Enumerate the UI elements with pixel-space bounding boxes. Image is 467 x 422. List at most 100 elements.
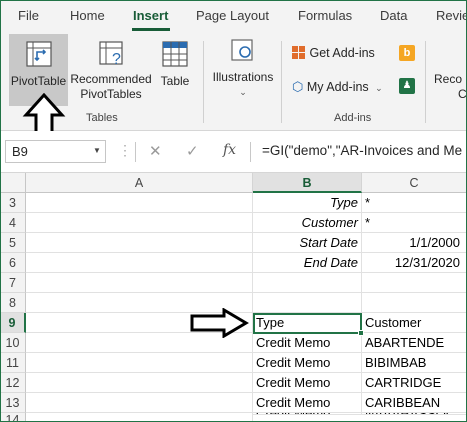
- table-label: Table: [160, 74, 190, 88]
- row-header-selected[interactable]: 9: [0, 313, 26, 333]
- param-label-start-date[interactable]: Start Date: [253, 233, 362, 253]
- row-header[interactable]: 14: [0, 413, 26, 422]
- cell-type[interactable]: Credit Memo: [253, 393, 362, 413]
- cell-customer[interactable]: BIBIMBAB: [362, 353, 467, 373]
- right-arrow-annotation-icon: [190, 308, 249, 338]
- tab-file[interactable]: File: [18, 8, 39, 23]
- cell-customer[interactable]: CARIBBEAN: [362, 393, 467, 413]
- cell-customer[interactable]: ABARTENDE: [362, 333, 467, 353]
- my-addins-icon: ⬡: [292, 79, 304, 94]
- active-cell-border: [253, 313, 362, 334]
- column-header-a[interactable]: A: [26, 173, 253, 193]
- ribbon: PivotTable ? Recommended PivotTables Tab…: [0, 33, 467, 131]
- row-header[interactable]: 4: [0, 213, 26, 233]
- cell-a[interactable]: [26, 233, 253, 253]
- param-label-type[interactable]: Type: [253, 193, 362, 213]
- tab-formulas[interactable]: Formulas: [298, 8, 352, 23]
- addins-group-label: Add-ins: [334, 112, 372, 124]
- illustrations-button[interactable]: Illustrations ⌄: [208, 34, 278, 106]
- tables-group-label: Tables: [86, 112, 118, 124]
- store-icon: [292, 46, 306, 59]
- svg-text:?: ?: [112, 51, 121, 68]
- ribbon-separator: [425, 41, 426, 123]
- cell-type[interactable]: Credit Memo: [253, 373, 362, 393]
- cancel-icon[interactable]: ✕: [149, 142, 162, 160]
- param-label-customer[interactable]: Customer: [253, 213, 362, 233]
- illustrations-label: Illustrations: [212, 70, 274, 84]
- people-graph-icon[interactable]: ♟: [399, 78, 415, 94]
- column-header-b[interactable]: B: [253, 173, 362, 193]
- more-options-icon: ⋮: [118, 142, 132, 158]
- my-addins-button[interactable]: ⬡ My Add-ins ⌄: [292, 79, 383, 95]
- chevron-down-icon: ⌄: [239, 87, 247, 97]
- ribbon-separator: [281, 41, 282, 123]
- pivottable-icon: [25, 41, 52, 67]
- cell-a[interactable]: [26, 353, 253, 373]
- row-header[interactable]: 10: [0, 333, 26, 353]
- recommended-label-line1: Recommended: [70, 72, 152, 86]
- recommended-charts-label-2: C: [458, 87, 467, 101]
- formula-separator: [135, 142, 136, 162]
- my-addins-label: My Add-ins: [306, 80, 369, 94]
- row-header[interactable]: 8: [0, 293, 26, 313]
- name-box[interactable]: B9: [5, 140, 106, 163]
- param-value-customer[interactable]: *: [362, 213, 467, 233]
- active-tab-indicator: [132, 28, 170, 31]
- row-header[interactable]: 13: [0, 393, 26, 413]
- chevron-down-icon[interactable]: ▼: [93, 146, 101, 155]
- formula-input[interactable]: =GI("demo","AR-Invoices and Me: [262, 143, 462, 158]
- cell-a[interactable]: [26, 213, 253, 233]
- bing-icon[interactable]: b: [399, 45, 415, 61]
- illustrations-icon: [231, 39, 253, 61]
- cell-customer[interactable]: CARTRIDGE: [362, 373, 467, 393]
- get-addins-button[interactable]: Get Add-ins: [292, 46, 375, 60]
- fill-handle[interactable]: [358, 330, 364, 336]
- cell-type[interactable]: Credit Memo: [253, 353, 362, 373]
- row-header[interactable]: 12: [0, 373, 26, 393]
- recommended-charts-button[interactable]: Reco C: [434, 72, 467, 102]
- cell-type[interactable]: Credit Memo: [253, 333, 362, 353]
- tab-review[interactable]: Revie: [436, 8, 467, 23]
- tab-insert[interactable]: Insert: [133, 8, 168, 23]
- param-value-type[interactable]: *: [362, 193, 467, 213]
- pivottable-label: PivotTable: [10, 74, 67, 88]
- cell-a[interactable]: [26, 253, 253, 273]
- insert-function-icon[interactable]: fx: [223, 142, 236, 158]
- cell-b[interactable]: [253, 273, 362, 293]
- cell-b[interactable]: [253, 293, 362, 313]
- row-header[interactable]: 7: [0, 273, 26, 293]
- ribbon-tab-bar: File Home Insert Page Layout Formulas Da…: [0, 0, 467, 33]
- ribbon-separator: [203, 41, 204, 123]
- table-button[interactable]: Table: [155, 34, 195, 106]
- enter-icon[interactable]: ✓: [186, 142, 199, 160]
- select-all-corner[interactable]: [0, 173, 26, 193]
- param-value-end-date[interactable]: 12/31/2020: [362, 253, 467, 273]
- cell-c[interactable]: [362, 293, 467, 313]
- tab-page-layout[interactable]: Page Layout: [196, 8, 269, 23]
- formula-bar: B9 ▼ ⋮ ✕ ✓ fx =GI("demo","AR-Invoices an…: [0, 131, 467, 173]
- tab-home[interactable]: Home: [70, 8, 105, 23]
- column-header-c[interactable]: C: [362, 173, 467, 193]
- param-value-start-date[interactable]: 1/1/2000: [362, 233, 467, 253]
- row-header[interactable]: 6: [0, 253, 26, 273]
- row-header[interactable]: 3: [0, 193, 26, 213]
- cell-a[interactable]: [26, 273, 253, 293]
- row-header[interactable]: 11: [0, 353, 26, 373]
- recommended-label-line2: PivotTables: [80, 87, 142, 101]
- cell-a[interactable]: [26, 413, 253, 422]
- tab-data[interactable]: Data: [380, 8, 407, 23]
- header-cell-customer[interactable]: Customer: [362, 313, 467, 333]
- cell-a[interactable]: [26, 193, 253, 213]
- cell-c[interactable]: [362, 273, 467, 293]
- chevron-down-icon: ⌄: [375, 83, 383, 93]
- param-label-end-date[interactable]: End Date: [253, 253, 362, 273]
- formula-separator: [250, 142, 251, 162]
- recommended-charts-label: Reco: [434, 72, 463, 86]
- get-addins-label: Get Add-ins: [309, 46, 375, 60]
- cell-a[interactable]: [26, 393, 253, 413]
- row-header[interactable]: 5: [0, 233, 26, 253]
- cell-a[interactable]: [26, 373, 253, 393]
- recommended-pivottables-icon: ?: [99, 41, 123, 68]
- table-icon: [162, 41, 188, 67]
- recommended-pivottables-button[interactable]: ? Recommended PivotTables: [69, 34, 153, 106]
